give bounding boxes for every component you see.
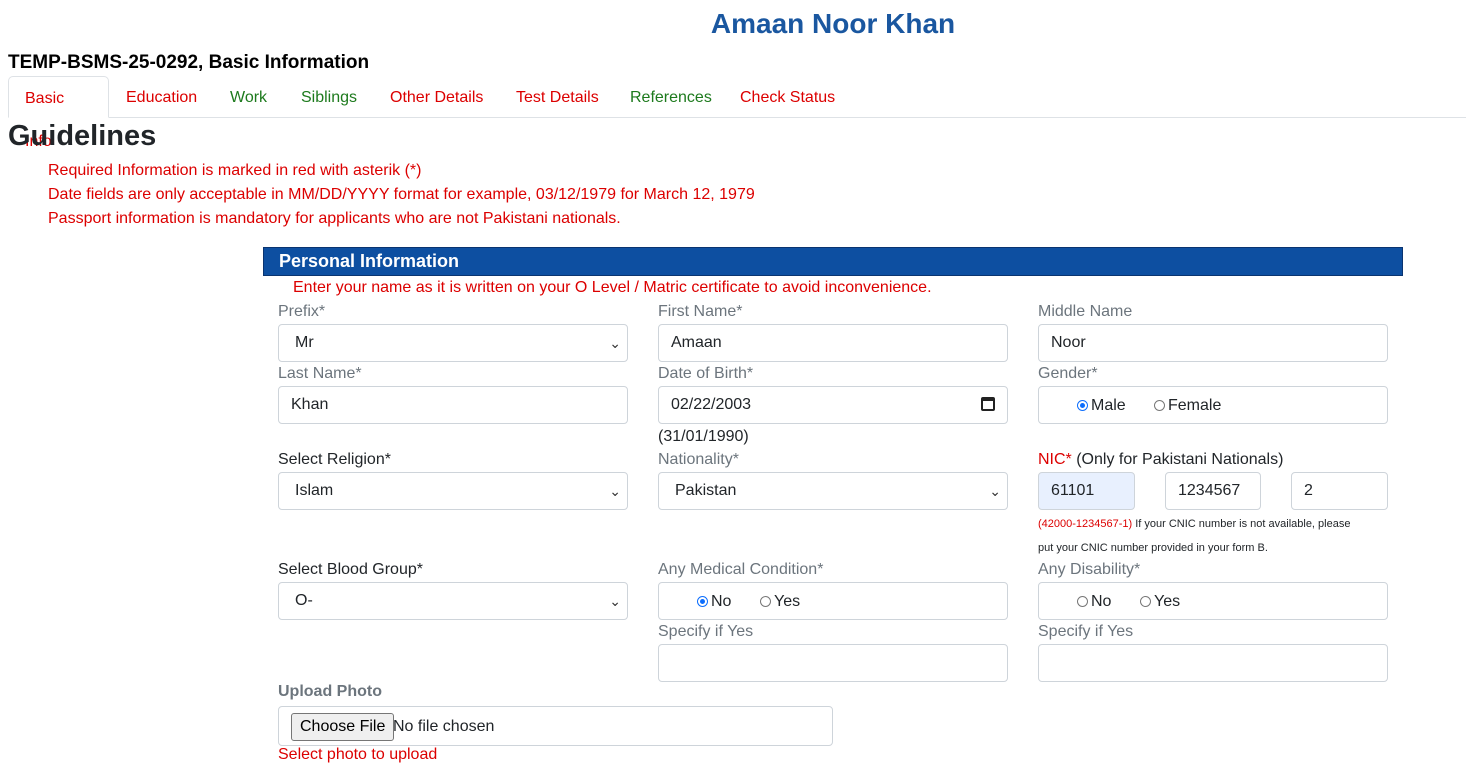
tab-basic-info[interactable]: Basic Info [8, 76, 109, 150]
dob-format-hint: (31/01/1990) [658, 428, 749, 445]
tab-siblings[interactable]: Siblings [285, 76, 373, 117]
gender-radio-group: Male Female [1038, 386, 1388, 424]
radio-unchecked-icon [1077, 596, 1088, 607]
guideline-item: Date fields are only acceptable in MM/DD… [48, 186, 755, 203]
guidelines-heading: Guidelines [8, 120, 157, 152]
tab-other-details[interactable]: Other Details [374, 76, 499, 117]
file-status: No file chosen [393, 718, 495, 735]
tab-references[interactable]: References [614, 76, 728, 117]
tab-bar: Basic Info Education Work Siblings Other… [8, 76, 1466, 150]
blood-group-label: Select Blood Group* [278, 561, 423, 578]
chevron-down-icon: ⌄ [609, 593, 621, 609]
dob-input[interactable]: 02/22/2003 [658, 386, 1008, 424]
last-name-label: Last Name* [278, 365, 362, 382]
middle-name-label: Middle Name [1038, 303, 1133, 320]
prefix-value: Mr [295, 334, 314, 351]
radio-checked-icon [1077, 400, 1088, 411]
gender-option-male[interactable]: Male [1077, 387, 1126, 425]
radio-unchecked-icon [760, 596, 771, 607]
nic-part-1-input[interactable]: 61101 [1038, 472, 1135, 510]
blood-group-select[interactable]: O- ⌄ [278, 582, 628, 620]
choose-file-button[interactable]: Choose File [291, 713, 395, 741]
prefix-select[interactable]: Mr ⌄ [278, 324, 628, 362]
religion-label: Select Religion* [278, 451, 391, 468]
medical-condition-label: Any Medical Condition* [658, 561, 824, 578]
tab-check-status[interactable]: Check Status [724, 76, 851, 117]
medical-specify-input[interactable] [658, 644, 1008, 682]
first-name-input[interactable]: Amaan [658, 324, 1008, 362]
guideline-item: Required Information is marked in red wi… [48, 162, 422, 179]
religion-value: Islam [295, 482, 334, 499]
nic-hint-line-2: put your CNIC number provided in your fo… [1038, 542, 1268, 554]
photo-file-input[interactable]: Choose File No file chosen [278, 706, 833, 746]
medical-option-yes[interactable]: Yes [760, 583, 800, 621]
applicant-name: Amaan Noor Khan [710, 8, 956, 39]
dob-value: 02/22/2003 [671, 396, 752, 413]
disability-label: Any Disability* [1038, 561, 1141, 578]
guideline-item: Passport information is mandatory for ap… [48, 210, 621, 227]
disability-specify-input[interactable] [1038, 644, 1388, 682]
nic-part-2-input[interactable]: 1234567 [1165, 472, 1261, 510]
disability-radio-group: No Yes [1038, 582, 1388, 620]
chevron-down-icon: ⌄ [609, 335, 621, 351]
radio-unchecked-icon [1154, 400, 1165, 411]
last-name-input[interactable]: Khan [278, 386, 628, 424]
disability-option-no[interactable]: No [1077, 583, 1111, 621]
chevron-down-icon: ⌄ [989, 483, 1001, 499]
dob-label: Date of Birth* [658, 365, 754, 382]
nationality-select[interactable]: Pakistan ⌄ [658, 472, 1008, 510]
photo-error-message: Select photo to upload [278, 746, 438, 763]
middle-name-input[interactable]: Noor [1038, 324, 1388, 362]
name-note: Enter your name as it is written on your… [293, 279, 932, 296]
section-header-personal-information: Personal Information [263, 247, 1403, 276]
tab-test-details[interactable]: Test Details [500, 76, 615, 117]
nic-label: NIC* (Only for Pakistani Nationals) [1038, 451, 1284, 468]
medical-option-no[interactable]: No [697, 583, 731, 621]
prefix-label: Prefix* [278, 303, 326, 320]
chevron-down-icon: ⌄ [609, 483, 621, 499]
nic-part-3-input[interactable]: 2 [1291, 472, 1388, 510]
nic-hint: (42000-1234567-1) If your CNIC number is… [1038, 518, 1351, 530]
medical-specify-label: Specify if Yes [658, 623, 754, 640]
upload-photo-label: Upload Photo [278, 683, 382, 700]
calendar-icon[interactable] [981, 397, 995, 411]
tab-work[interactable]: Work [214, 76, 283, 117]
tab-education[interactable]: Education [110, 76, 213, 117]
religion-select[interactable]: Islam ⌄ [278, 472, 628, 510]
radio-checked-icon [697, 596, 708, 607]
page-subtitle: TEMP-BSMS-25-0292, Basic Information [8, 52, 370, 73]
nationality-value: Pakistan [675, 482, 737, 499]
disability-option-yes[interactable]: Yes [1140, 583, 1180, 621]
medical-condition-radio-group: No Yes [658, 582, 1008, 620]
blood-group-value: O- [295, 592, 313, 609]
nationality-label: Nationality* [658, 451, 739, 468]
gender-option-female[interactable]: Female [1154, 387, 1221, 425]
gender-label: Gender* [1038, 365, 1098, 382]
disability-specify-label: Specify if Yes [1038, 623, 1134, 640]
first-name-label: First Name* [658, 303, 743, 320]
radio-unchecked-icon [1140, 596, 1151, 607]
